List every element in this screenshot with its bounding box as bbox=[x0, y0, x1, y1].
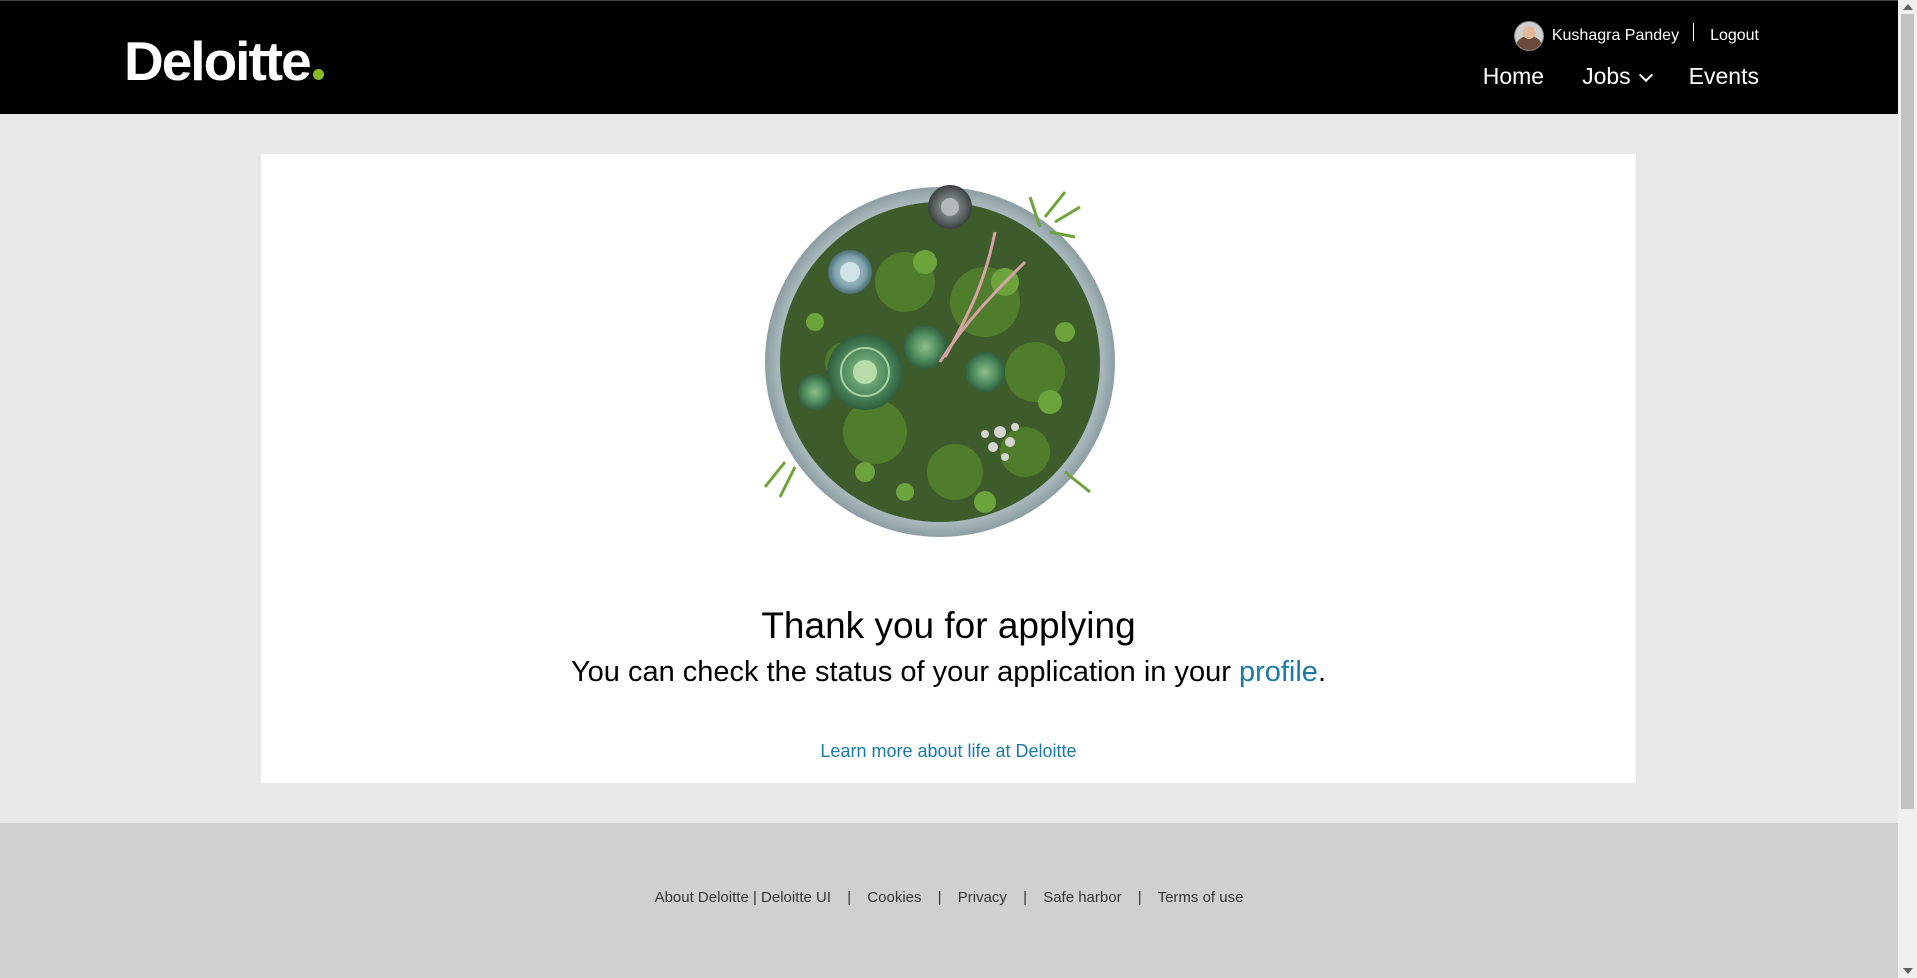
logo-dot bbox=[312, 69, 324, 80]
nav-jobs-label: Jobs bbox=[1582, 63, 1631, 89]
nav-events-label: Events bbox=[1688, 63, 1759, 89]
confirmation-subtitle: You can check the status of your applica… bbox=[261, 656, 1636, 689]
scroll-down-icon[interactable] bbox=[1903, 968, 1913, 974]
main-nav: Home Jobs Events bbox=[1483, 63, 1759, 90]
avatar[interactable] bbox=[1513, 21, 1544, 51]
footer-link-safe-harbor[interactable]: Safe harbor bbox=[1043, 889, 1121, 906]
site-footer: About Deloitte | Deloitte UI | Cookies |… bbox=[0, 823, 1898, 978]
succulent-planter-image bbox=[755, 172, 1125, 542]
footer-link-cookies[interactable]: Cookies bbox=[867, 889, 921, 906]
learn-more-link[interactable]: Learn more about life at Deloitte bbox=[261, 741, 1636, 762]
scroll-up-icon[interactable] bbox=[1903, 4, 1913, 10]
footer-separator: | bbox=[1137, 889, 1142, 906]
footer-separator: | bbox=[847, 889, 852, 906]
footer-link-terms[interactable]: Terms of use bbox=[1158, 889, 1244, 906]
user-divider bbox=[1693, 23, 1695, 41]
site-header: Deloitte Kushagra Pandey Logout Home Job… bbox=[0, 0, 1898, 114]
logo-text: Deloitte bbox=[124, 30, 312, 92]
subtitle-period: . bbox=[1317, 656, 1326, 688]
learn-more-label: Learn more about life at Deloitte bbox=[820, 741, 1077, 761]
footer-link-about[interactable]: About Deloitte | Deloitte UI bbox=[655, 889, 831, 906]
subtitle-text: You can check the status of your applica… bbox=[570, 656, 1239, 688]
nav-home-label: Home bbox=[1482, 63, 1545, 89]
profile-link[interactable]: profile bbox=[1239, 656, 1318, 688]
page-scrollbar[interactable] bbox=[1898, 0, 1917, 978]
nav-jobs[interactable]: Jobs bbox=[1582, 63, 1653, 90]
nav-events[interactable]: Events bbox=[1689, 63, 1759, 90]
confirmation-card: Thank you for applying You can check the… bbox=[261, 154, 1636, 783]
user-name[interactable]: Kushagra Pandey bbox=[1552, 27, 1679, 45]
confirmation-title: Thank you for applying bbox=[761, 605, 1136, 646]
footer-link-privacy[interactable]: Privacy bbox=[958, 889, 1007, 906]
scroll-thumb[interactable] bbox=[1901, 14, 1914, 809]
footer-links: About Deloitte | Deloitte UI | Cookies |… bbox=[0, 889, 1898, 906]
nav-home[interactable]: Home bbox=[1483, 63, 1544, 90]
logout-link[interactable]: Logout bbox=[1710, 27, 1759, 45]
deloitte-logo[interactable]: Deloitte bbox=[124, 30, 324, 92]
user-area: Kushagra Pandey Logout bbox=[1513, 21, 1759, 51]
chevron-down-icon bbox=[1638, 67, 1653, 82]
footer-separator: | bbox=[937, 889, 942, 906]
footer-separator: | bbox=[1023, 889, 1028, 906]
